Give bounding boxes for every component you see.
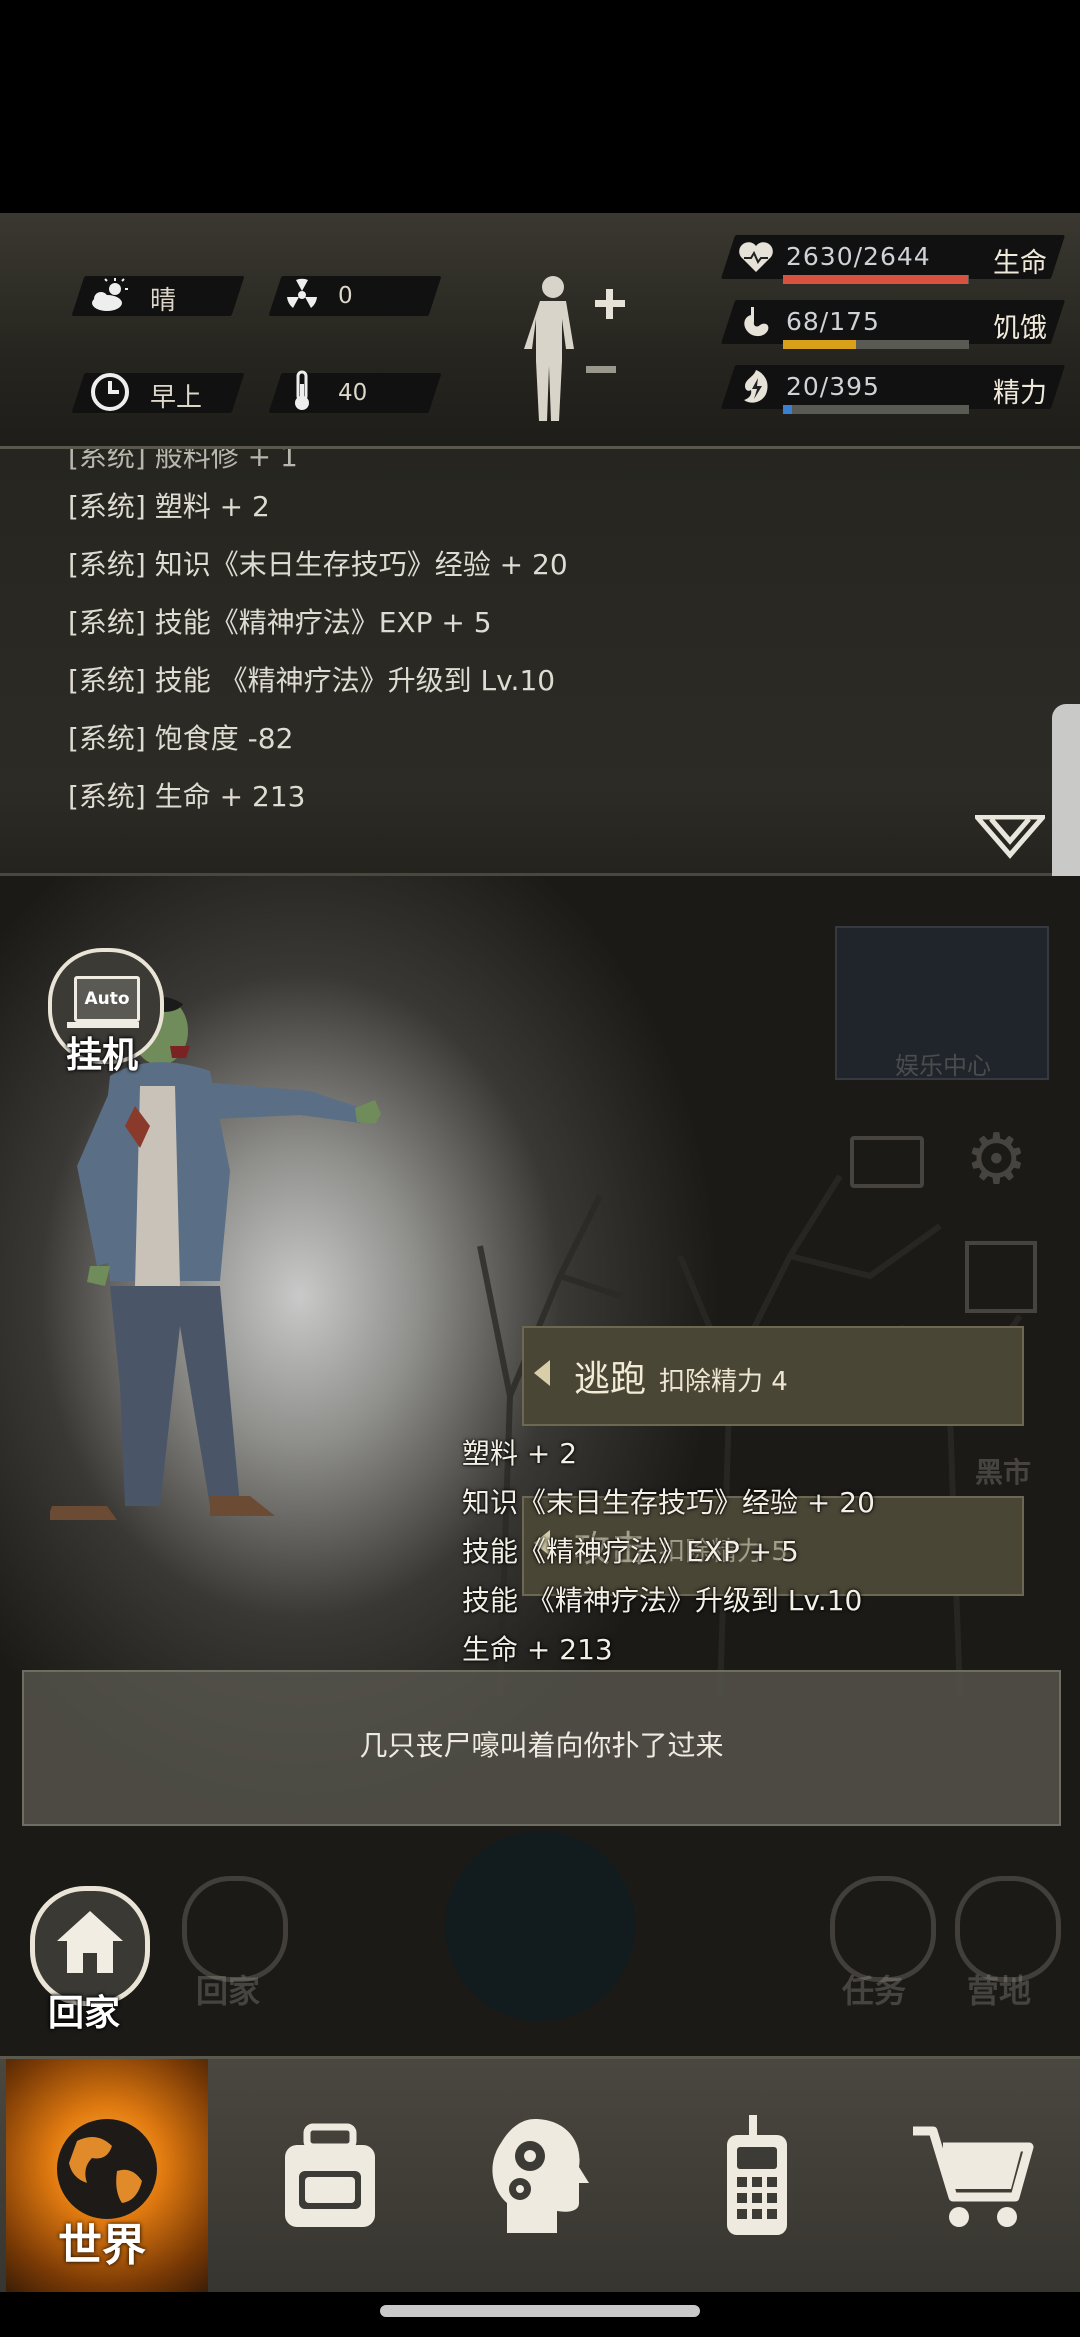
- battle-scene: Auto 挂机 娱乐中心 ⚙ 黑市 逃跑 扣除精力 4 攻击 扣除精力 5 塑料…: [0, 876, 1080, 2056]
- weather-sun-cloud-icon: [88, 273, 132, 317]
- entertainment-center-label: 娱乐中心: [895, 1052, 991, 1080]
- energy-bolt-icon: [734, 365, 778, 409]
- nav-world-label: 世界: [58, 2220, 146, 2271]
- clock-icon: [88, 370, 132, 414]
- home-indicator[interactable]: [380, 2305, 700, 2317]
- flee-label: 逃跑: [574, 1359, 647, 1400]
- log-line: [系统] 知识《末日生存技巧》经验 + 20: [68, 548, 568, 581]
- radiation-icon: [280, 273, 324, 317]
- go-home-label: 回家: [48, 1993, 121, 2034]
- temperature-value: 40: [338, 380, 368, 406]
- heart-icon: [734, 235, 778, 279]
- drop-line: 知识《末日生存技巧》经验 + 20: [462, 1486, 875, 1519]
- mail-icon[interactable]: [850, 1136, 924, 1188]
- health-label: 生命: [993, 248, 1047, 279]
- flee-cost: 扣除精力 4: [659, 1367, 788, 1397]
- nav-skills-tab[interactable]: [432, 2059, 648, 2292]
- shopping-cart-icon: [913, 2126, 1034, 2227]
- stat-bar-fill: [783, 275, 969, 284]
- health-bar: [783, 275, 969, 284]
- backpack-icon: [285, 2123, 375, 2227]
- log-expand-chevron-icon[interactable]: [971, 814, 1049, 863]
- walkie-talkie-icon: [727, 2114, 787, 2235]
- auto-idle-label: 挂机: [66, 1035, 139, 1076]
- hunger-value: 68/175: [786, 307, 880, 336]
- settings-gear-icon[interactable]: ⚙: [965, 1124, 1028, 1194]
- left-arrow-icon: [534, 1360, 550, 1386]
- house-icon: [57, 1911, 123, 1973]
- encounter-message: 几只丧尸嚎叫着向你扑了过来: [359, 1729, 724, 1762]
- encounter-message-box: 几只丧尸嚎叫着向你扑了过来: [22, 1670, 1061, 1826]
- energy-label: 精力: [993, 378, 1047, 409]
- log-line: [系统] 饱食度 -82: [68, 722, 294, 755]
- drop-line: 生命 + 213: [462, 1633, 613, 1666]
- nav-shop-tab[interactable]: [864, 2059, 1080, 2292]
- system-log[interactable]: [系统] 般料修 + 1 [系统] 塑料 + 2 [系统] 知识《末日生存技巧》…: [0, 449, 1080, 876]
- nav-world-tab[interactable]: 世界: [6, 2059, 208, 2292]
- status-hud: 晴 0 早上 40 2630/2644 生命 68/175 饥饿 20/395 …: [0, 213, 1080, 449]
- hunger-bar: [783, 340, 969, 349]
- log-line: [系统] 生命 + 213: [68, 780, 306, 813]
- stat-bar-fill: [783, 405, 793, 414]
- camp-ghost-label: 营地: [967, 1972, 1032, 2010]
- gift-icon[interactable]: [965, 1241, 1037, 1313]
- auto-badge: Auto: [74, 976, 140, 1022]
- log-line: [系统] 技能《精神疗法》EXP + 5: [68, 606, 492, 639]
- stat-bar-fill: [783, 340, 856, 349]
- head-gears-icon: [492, 2118, 589, 2233]
- stomach-icon: [734, 300, 778, 344]
- log-line: [系统] 技能 《精神疗法》升级到 Lv.10: [68, 664, 556, 697]
- thermometer-icon: [280, 369, 324, 413]
- log-line: [系统] 般料修 + 1: [68, 449, 298, 473]
- drop-line: 技能 《精神疗法》升级到 Lv.10: [462, 1584, 863, 1617]
- bottom-nav: 世界: [0, 2056, 1080, 2292]
- energy-bar: [783, 405, 969, 414]
- weather-text: 晴: [150, 286, 177, 316]
- health-value: 2630/2644: [786, 242, 931, 271]
- drop-line: 塑料 + 2: [462, 1437, 578, 1470]
- energy-value: 20/395: [786, 372, 880, 401]
- entertainment-center-panel[interactable]: 娱乐中心: [835, 926, 1049, 1080]
- time-of-day-text: 早上: [150, 383, 203, 413]
- log-line: [系统] 塑料 + 2: [68, 490, 270, 523]
- home-ghost-label: 回家: [196, 1972, 261, 2010]
- nav-backpack-tab[interactable]: [222, 2059, 438, 2292]
- task-ghost-label: 任务: [842, 1972, 907, 2010]
- body-status-button[interactable]: [520, 273, 630, 423]
- radiation-value: 0: [338, 283, 353, 309]
- black-market-label[interactable]: 黑市: [975, 1451, 1031, 1491]
- compass-radar: [445, 1831, 635, 2021]
- nav-radio-tab[interactable]: [648, 2059, 864, 2292]
- flee-button[interactable]: 逃跑 扣除精力 4: [522, 1326, 1024, 1426]
- hunger-label: 饥饿: [993, 313, 1047, 344]
- drop-line: 技能《精神疗法》EXP + 5: [462, 1535, 799, 1568]
- body-figure-icon: [524, 276, 625, 421]
